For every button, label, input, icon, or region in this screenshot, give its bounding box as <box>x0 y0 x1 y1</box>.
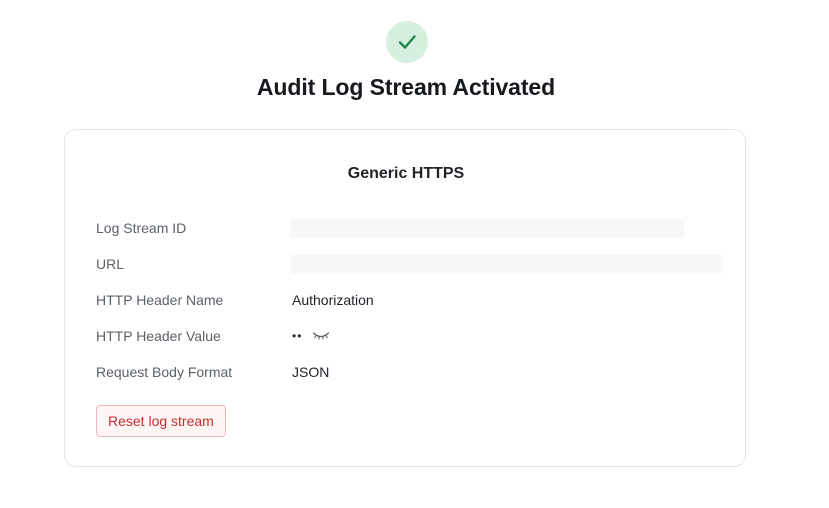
row-label: Log Stream ID <box>96 220 187 236</box>
page-title: Audit Log Stream Activated <box>256 74 556 100</box>
row-http-header-name: HTTP Header Name Authorization <box>96 289 726 311</box>
card-title: Generic HTTPS <box>347 165 465 182</box>
row-label: HTTP Header Value <box>96 328 221 344</box>
log-stream-details-card: Generic HTTPS Log Stream ID URL HTTP Hea… <box>64 129 746 467</box>
page: Audit Log Stream Activated Generic HTTPS… <box>0 0 829 508</box>
row-label: Request Body Format <box>96 364 233 380</box>
http-header-value: •• <box>292 329 330 343</box>
row-url: URL <box>96 253 726 275</box>
masked-secret-dots: •• <box>292 329 303 343</box>
row-label: URL <box>96 256 125 272</box>
row-label: HTTP Header Name <box>96 292 224 308</box>
row-log-stream-id: Log Stream ID <box>96 217 726 239</box>
log-stream-id-placeholder <box>290 218 684 238</box>
url-placeholder <box>290 254 722 274</box>
success-check-icon <box>386 21 428 63</box>
row-http-header-value: HTTP Header Value •• <box>96 325 726 347</box>
request-body-format-value: JSON <box>292 364 330 380</box>
reset-log-stream-button[interactable]: Reset log stream <box>96 405 226 437</box>
row-request-body-format: Request Body Format JSON <box>96 361 726 383</box>
http-header-name-value: Authorization <box>292 292 374 308</box>
eye-closed-icon[interactable] <box>312 330 330 342</box>
